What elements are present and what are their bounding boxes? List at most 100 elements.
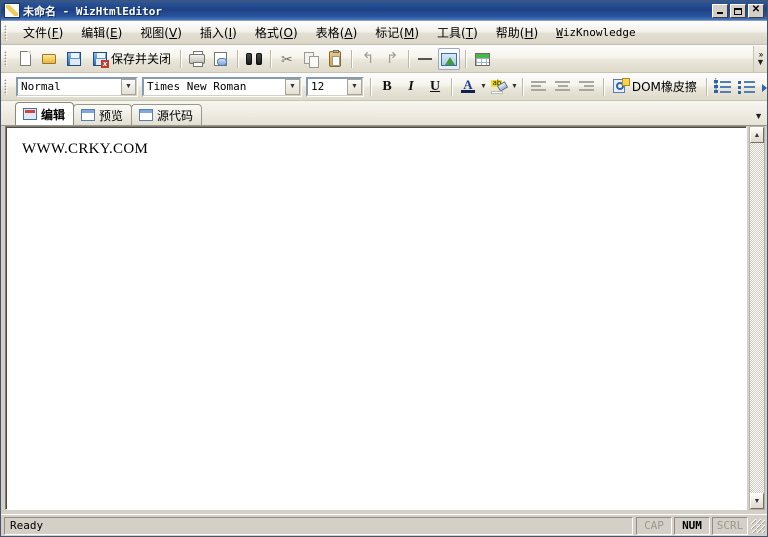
chevron-down-icon: ▼ (756, 57, 765, 67)
align-left-icon (530, 80, 547, 94)
insert-table-button[interactable] (471, 48, 493, 70)
bulleted-list-button[interactable] (736, 76, 758, 98)
paste-button[interactable] (324, 48, 346, 70)
toolbar-separator (237, 49, 239, 68)
menu-drag-grip[interactable] (4, 24, 11, 41)
menu-markup[interactable]: 标记(M) (366, 21, 428, 45)
highlight-dropdown-icon[interactable]: ▼ (511, 78, 518, 96)
open-button[interactable] (39, 48, 61, 70)
status-bar: Ready CAP NUM SCRL (1, 514, 767, 536)
indent-button[interactable] (760, 76, 768, 98)
application-window: 未命名 - WizHtmlEditor ✕ 文件(F) 编辑(E) 视图(V) … (0, 0, 768, 537)
menu-table-label: 表格 (315, 25, 340, 40)
tab-edit[interactable]: 编辑 (15, 102, 75, 125)
menu-file-label: 文件 (23, 25, 48, 40)
menu-edit-accel: E (110, 25, 118, 40)
cut-button[interactable]: ✂ (276, 48, 298, 70)
bold-button[interactable]: B (376, 76, 398, 98)
binoculars-find-icon (245, 50, 263, 68)
save-and-close-label: 保存并关闭 (111, 52, 172, 66)
font-color-button[interactable]: A (457, 76, 479, 98)
menu-tools[interactable]: 工具(T) (428, 21, 487, 45)
italic-button[interactable]: I (400, 76, 422, 98)
undo-button[interactable]: ↰ (357, 48, 379, 70)
menu-help[interactable]: 帮助(H) (487, 21, 547, 45)
menu-wizknowledge[interactable]: WizKnowledge (547, 23, 644, 43)
toolbar-separator (180, 49, 182, 68)
numbered-list-button[interactable]: 1 2 3 (712, 76, 734, 98)
menu-file-accel: F (51, 25, 59, 40)
title-bar: 未命名 - WizHtmlEditor ✕ (1, 1, 767, 21)
highlight-button[interactable]: ab (488, 76, 510, 98)
menu-view-label: 视图 (140, 25, 165, 40)
window-title: 未命名 - WizHtmlEditor (23, 4, 162, 18)
font-name-dropdown-icon[interactable]: ▼ (285, 78, 300, 95)
numbered-list-icon: 1 2 3 (714, 78, 732, 94)
vertical-scrollbar[interactable]: ▲ ▼ (749, 126, 765, 510)
scroll-up-button[interactable]: ▲ (750, 127, 764, 143)
menu-help-label: 帮助 (495, 25, 520, 40)
underline-button[interactable]: U (424, 76, 446, 98)
resize-grip[interactable] (751, 518, 765, 533)
align-center-icon (554, 80, 571, 94)
font-color-dropdown-icon[interactable]: ▼ (480, 78, 487, 96)
main-toolbar-overflow-button[interactable]: » ▼ (753, 45, 767, 72)
align-left-button[interactable] (528, 76, 550, 98)
tabs-dropdown-icon[interactable]: ▼ (754, 111, 763, 121)
horizontal-rule-button[interactable] (414, 48, 436, 70)
bulleted-list-icon (738, 80, 756, 94)
table-icon (473, 50, 491, 68)
printer-icon (188, 50, 206, 68)
toolbar-separator (521, 77, 523, 96)
font-size-dropdown-icon[interactable]: ▼ (347, 78, 362, 95)
clipboard-paste-icon (326, 49, 344, 68)
align-center-button[interactable] (552, 76, 574, 98)
menu-help-accel: H (524, 25, 534, 40)
menu-view[interactable]: 视图(V) (131, 21, 191, 45)
paragraph-style-dropdown-icon[interactable]: ▼ (121, 78, 136, 95)
insert-image-button[interactable] (438, 47, 461, 70)
source-window-icon (139, 109, 154, 121)
menu-table-accel: A (344, 25, 353, 40)
menu-table[interactable]: 表格(A) (307, 21, 367, 45)
minimize-button[interactable] (712, 3, 728, 18)
menu-insert[interactable]: 插入(I) (191, 21, 246, 45)
menu-file[interactable]: 文件(F) (14, 21, 72, 45)
tab-preview-label: 预览 (99, 108, 124, 123)
document-canvas[interactable]: WWW.CRKY.COM (5, 126, 747, 510)
scrollbar-track[interactable] (750, 143, 764, 493)
paragraph-style-value: Normal (21, 80, 61, 93)
highlighter-base (491, 90, 504, 94)
find-button[interactable] (243, 48, 265, 70)
scroll-down-button[interactable]: ▼ (750, 493, 764, 509)
menu-wizknowledge-label: izKnowledge (562, 25, 636, 39)
toolbar-separator (465, 49, 467, 68)
font-name-combo[interactable]: Times New Roman ▼ (142, 76, 302, 97)
new-button[interactable] (15, 48, 37, 70)
main-toolbar-drag-grip[interactable] (4, 50, 11, 67)
close-button[interactable]: ✕ (748, 3, 764, 18)
tab-preview[interactable]: 预览 (73, 104, 133, 125)
save-and-close-button[interactable]: x 保存并关闭 (87, 47, 175, 71)
font-size-combo[interactable]: 12 ▼ (306, 76, 364, 97)
document-text[interactable]: WWW.CRKY.COM (6, 127, 746, 158)
font-color-swatch (461, 89, 475, 93)
dom-eraser-button[interactable]: DOM橡皮擦 (609, 75, 701, 99)
tab-edit-label: 编辑 (41, 107, 66, 122)
copy-button[interactable] (300, 48, 322, 70)
print-preview-button[interactable] (210, 48, 232, 70)
maximize-button[interactable] (730, 3, 746, 18)
menu-format[interactable]: 格式(O) (246, 21, 307, 45)
menu-edit[interactable]: 编辑(E) (72, 21, 131, 45)
menu-tools-accel: T (465, 25, 474, 40)
save-button[interactable] (63, 48, 85, 70)
align-right-button[interactable] (576, 76, 598, 98)
paragraph-style-combo[interactable]: Normal ▼ (16, 76, 138, 97)
underline-icon: U (429, 78, 441, 94)
redo-button[interactable]: ↱ (381, 48, 403, 70)
print-button[interactable] (186, 48, 208, 70)
formatting-toolbar-drag-grip[interactable] (4, 78, 11, 95)
editor-area: WWW.CRKY.COM ▲ ▼ (1, 126, 767, 512)
toolbar-separator (408, 49, 410, 68)
tab-source[interactable]: 源代码 (131, 104, 203, 125)
